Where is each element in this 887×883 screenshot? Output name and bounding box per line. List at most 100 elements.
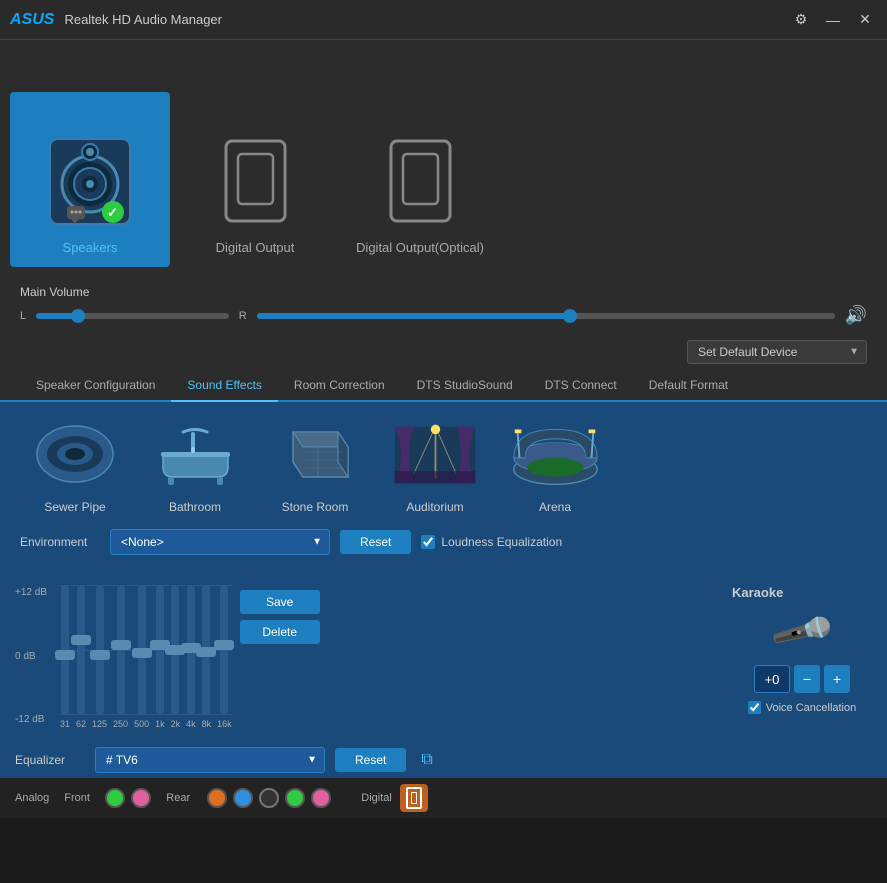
front-label: Front — [64, 792, 99, 804]
env-preset-arena[interactable]: Arena — [505, 417, 605, 514]
eq-band-16k: 16k — [217, 585, 232, 729]
speakers-icon-container: ✓ — [40, 126, 140, 236]
karaoke-mic-icon: 🎤 — [767, 598, 837, 667]
fader-track-62[interactable] — [77, 585, 85, 715]
speakers-label: Speakers — [63, 240, 118, 255]
loudness-equalization-container: Loudness Equalization — [421, 535, 562, 549]
env-preset-bathroom[interactable]: Bathroom — [145, 417, 245, 514]
bathroom-icon-container — [150, 417, 240, 492]
front-green-connector[interactable] — [105, 788, 125, 808]
front-connectors-group: Front — [64, 788, 151, 808]
settings-button[interactable]: ⚙ — [789, 8, 813, 32]
app-title: Realtek HD Audio Manager — [64, 12, 789, 27]
volume-right-label: R — [239, 310, 247, 322]
stone-room-label: Stone Room — [282, 500, 349, 514]
fader-handle-250[interactable] — [111, 640, 131, 650]
fader-freq-62: 62 — [76, 719, 86, 729]
digital-output-svg — [218, 136, 293, 226]
rear-orange-connector[interactable] — [207, 788, 227, 808]
fader-track-4k[interactable] — [187, 585, 195, 715]
tab-sound-effects[interactable]: Sound Effects — [171, 370, 278, 402]
environment-dropdown-wrapper: <None> Bathroom Stone Room Auditorium Ar… — [110, 529, 330, 555]
karaoke-value-row: +0 − + — [754, 665, 850, 693]
rear-green-connector[interactable] — [285, 788, 305, 808]
eq-preset-dropdown[interactable]: # TV6 Flat Rock Pop Jazz Classical — [95, 747, 325, 773]
asus-logo-text: ASUS — [10, 11, 54, 28]
close-button[interactable]: ✕ — [853, 8, 877, 32]
tab-dts-studiosound[interactable]: DTS StudioSound — [401, 370, 529, 402]
fader-track-500[interactable] — [138, 585, 146, 715]
eq-save-button[interactable]: Save — [240, 590, 320, 614]
device-digital-output-optical[interactable]: Digital Output(Optical) — [340, 92, 500, 267]
volume-lr-fill — [36, 313, 75, 319]
fader-track-2k[interactable] — [171, 585, 179, 715]
eq-adjust-icon[interactable]: ⧉ — [421, 751, 432, 769]
volume-lr-thumb[interactable] — [71, 309, 85, 323]
eq-band-2k: 2k — [171, 585, 181, 729]
voice-cancellation-checkbox[interactable] — [748, 701, 761, 714]
environment-reset-button[interactable]: Reset — [340, 530, 411, 554]
fader-track-125[interactable] — [96, 585, 104, 715]
fader-handle-62[interactable] — [71, 635, 91, 645]
front-pink-connector[interactable] — [131, 788, 151, 808]
fader-freq-500: 500 — [134, 719, 149, 729]
eq-preset-wrapper: # TV6 Flat Rock Pop Jazz Classical — [95, 747, 325, 773]
volume-main-thumb[interactable] — [563, 309, 577, 323]
auditorium-icon-container — [390, 417, 480, 492]
voice-cancellation-row: Voice Cancellation — [748, 701, 857, 714]
env-preset-stone-room[interactable]: Stone Room — [265, 417, 365, 514]
stone-room-icon-container — [270, 417, 360, 492]
rear-blue-connector[interactable] — [233, 788, 253, 808]
arena-label: Arena — [539, 500, 571, 514]
fader-freq-250: 250 — [113, 719, 128, 729]
digital-output-optical-svg — [383, 136, 458, 226]
rear-black-connector[interactable] — [259, 788, 279, 808]
rear-pink-connector[interactable] — [311, 788, 331, 808]
fader-track-16k[interactable] — [220, 585, 228, 715]
tab-default-format[interactable]: Default Format — [633, 370, 744, 402]
eq-delete-button[interactable]: Delete — [240, 620, 320, 644]
fader-freq-2k: 2k — [171, 719, 181, 729]
speakers-svg-icon: ✓ — [45, 134, 135, 229]
karaoke-decrease-button[interactable]: − — [794, 665, 820, 693]
fader-handle-16k[interactable] — [214, 640, 234, 650]
sound-effects-panel: Sewer Pipe Bat — [0, 402, 887, 580]
digital-section: Digital — [361, 784, 428, 812]
fader-track-8k[interactable] — [202, 585, 210, 715]
fader-handle-8k[interactable] — [196, 647, 216, 657]
fader-track-31[interactable] — [61, 585, 69, 715]
digital-port-inner — [406, 787, 422, 809]
digital-port-icon[interactable] — [400, 784, 428, 812]
eq-reset-button[interactable]: Reset — [335, 748, 406, 772]
device-speakers[interactable]: ✓ Speakers — [10, 92, 170, 267]
volume-main-fill — [257, 313, 575, 319]
fader-track-250[interactable] — [117, 585, 125, 715]
karaoke-increase-button[interactable]: + — [824, 665, 850, 693]
fader-freq-1k: 1k — [155, 719, 165, 729]
karaoke-section: Karaoke 🎤 +0 − + Voice Cancellation — [732, 585, 872, 729]
eq-controls-right: Save Delete — [240, 585, 320, 644]
device-digital-output[interactable]: Digital Output — [175, 92, 335, 267]
volume-main-slider[interactable] — [257, 313, 835, 319]
arena-icon-container — [510, 417, 600, 492]
volume-label: Main Volume — [20, 285, 867, 299]
env-preset-auditorium[interactable]: Auditorium — [385, 417, 485, 514]
fader-handle-500[interactable] — [132, 648, 152, 658]
tab-dts-connect[interactable]: DTS Connect — [529, 370, 633, 402]
default-device-select[interactable]: Set Default Device — [687, 340, 867, 364]
fader-handle-125[interactable] — [90, 650, 110, 660]
fader-handle-31[interactable] — [55, 650, 75, 660]
fader-freq-31: 31 — [60, 719, 70, 729]
fader-track-1k[interactable] — [156, 585, 164, 715]
volume-lr-slider[interactable] — [36, 313, 229, 319]
eq-band-250: 250 — [113, 585, 128, 729]
minimize-button[interactable]: — — [821, 8, 845, 32]
env-preset-sewer-pipe[interactable]: Sewer Pipe — [25, 417, 125, 514]
stone-room-svg — [273, 422, 358, 487]
environment-dropdown[interactable]: <None> Bathroom Stone Room Auditorium Ar… — [110, 529, 330, 555]
auditorium-label: Auditorium — [406, 500, 463, 514]
tab-room-correction[interactable]: Room Correction — [278, 370, 401, 402]
loudness-eq-checkbox[interactable] — [421, 535, 435, 549]
volume-row: L R 🔊 — [20, 305, 867, 326]
tab-speaker-configuration[interactable]: Speaker Configuration — [20, 370, 171, 402]
